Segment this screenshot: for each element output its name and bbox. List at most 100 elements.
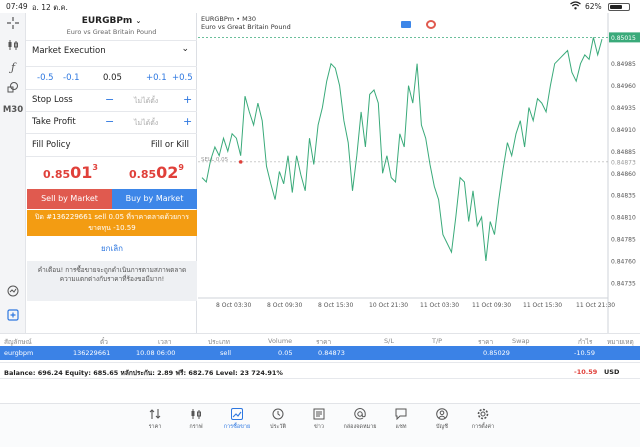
volume-input[interactable]: 0.05: [103, 73, 122, 83]
balance-text: Balance: 696.24 Equity: 685.65 หลักประกั…: [4, 369, 283, 377]
position-profit: -10.59: [574, 349, 595, 357]
chevron-down-icon: ⌄: [135, 17, 142, 25]
history-icon: [272, 408, 284, 420]
buy-by-market-button[interactable]: Buy by Market: [112, 189, 197, 209]
position-volume: 0.05: [278, 349, 293, 357]
x-tick-label: 11 Oct 21:30: [576, 302, 615, 309]
symbol-selector[interactable]: EURGBPm ⌄: [26, 16, 197, 26]
volume-stepper: -0.5 -0.1 0.05 +0.1 +0.5: [26, 73, 197, 87]
chart-symbol: EURGBPm • M30: [201, 15, 256, 23]
objects-icon[interactable]: [0, 81, 26, 96]
settings-icon: [477, 408, 489, 420]
nav-history[interactable]: ประวัติ: [258, 408, 298, 431]
bottom-nav: ราคา กราฟ การซื้อขาย ประวัติ ข่าว กล่องจ…: [0, 403, 640, 447]
chart-description: Euro vs Great Britain Pound: [201, 23, 291, 31]
nav-news[interactable]: ข่าว: [299, 408, 339, 431]
fill-policy-label: Fill Policy: [32, 140, 71, 150]
take-profit-plus-button[interactable]: +: [183, 115, 192, 128]
volume-minus-05-button[interactable]: -0.5: [37, 73, 54, 83]
stop-loss-minus-button[interactable]: −: [105, 93, 114, 106]
chevron-down-icon: ⌄: [181, 44, 189, 54]
new-order-icon[interactable]: [0, 309, 26, 324]
symbol-description: Euro vs Great Britain Pound: [66, 28, 157, 36]
y-tick-label: 0.85015: [611, 35, 636, 42]
account-summary: Balance: 696.24 Equity: 685.65 หลักประกั…: [0, 362, 640, 379]
y-tick-label: 0.84835: [611, 193, 636, 200]
y-tick-label: 0.84860: [611, 171, 636, 178]
stop-loss-plus-button[interactable]: +: [183, 93, 192, 106]
y-tick-label: 0.84935: [611, 105, 636, 112]
y-tick-label: 0.84985: [611, 61, 636, 68]
volume-minus-01-button[interactable]: -0.1: [63, 73, 80, 83]
nav-chart[interactable]: กราฟ: [176, 408, 216, 431]
nav-settings[interactable]: การตั้งค่า: [463, 408, 503, 431]
take-profit-minus-button[interactable]: −: [105, 115, 114, 128]
x-tick-label: 10 Oct 21:30: [369, 302, 408, 309]
position-open-price: 0.84873: [318, 349, 345, 357]
col-swap: Swap: [512, 337, 530, 345]
y-tick-label: 0.84885: [611, 149, 636, 156]
volume-plus-05-button[interactable]: +0.5: [172, 73, 193, 83]
col-volume: Volume: [268, 337, 293, 345]
y-tick-label: 0.84960: [611, 83, 636, 90]
take-profit-input[interactable]: ไม่ได้ตั้ง: [134, 118, 158, 129]
quotes-icon: [149, 409, 161, 419]
y-tick-label: 0.84785: [611, 237, 636, 244]
stop-loss-row: Stop Loss − ไม่ได้ตั้ง +: [26, 93, 197, 109]
price-chart[interactable]: 0.85015 0.84985 0.84960 0.84935 0.84910 0.848…: [198, 13, 640, 333]
volume-plus-01-button[interactable]: +0.1: [146, 73, 167, 83]
fill-policy-value: Fill or Kill: [150, 140, 189, 150]
position-current-price: 0.85029: [483, 349, 510, 357]
market-watch-icon[interactable]: [0, 285, 26, 300]
position-row[interactable]: eurgbpm 136229661 10.08 06:00 sell 0.05 …: [0, 346, 640, 360]
x-tick-label: 8 Oct 09:30: [267, 302, 302, 309]
y-tick-label: 0.84810: [611, 215, 636, 222]
y-tick-label: 0.84735: [611, 280, 636, 287]
fill-policy-row[interactable]: Fill Policy Fill or Kill: [26, 140, 197, 154]
x-tick-label: 8 Oct 15:30: [318, 302, 353, 309]
news-icon: [313, 408, 325, 420]
price-series-line: [201, 37, 603, 261]
nav-mailbox[interactable]: กล่องจดหมาย: [340, 408, 380, 431]
account-icon: [436, 408, 448, 420]
positions-header: สัญลักษณ์ ตั๋ว เวลา ประเภท Volume ราคา S…: [0, 333, 640, 346]
indicators-icon[interactable]: [0, 39, 26, 54]
take-profit-row: Take Profit − ไม่ได้ตั้ง +: [26, 115, 197, 131]
stop-loss-input[interactable]: ไม่ได้ตั้ง: [134, 96, 158, 107]
x-tick-label: 11 Oct 09:30: [472, 302, 511, 309]
mailbox-icon: [354, 408, 366, 420]
timeframe-button[interactable]: M30: [0, 105, 26, 115]
nav-trade[interactable]: การซื้อขาย: [217, 408, 257, 431]
ask-price: 0.85029: [129, 163, 184, 182]
status-time: 07:49: [6, 2, 28, 11]
wifi-icon: [570, 1, 581, 12]
nav-chat[interactable]: แชท: [381, 408, 421, 431]
sell-marker-label: SELL 0.05: [201, 157, 229, 163]
market-warning: คำเตือน! การซื้อขายจะถูกดำเนินการตามสภาพ…: [27, 261, 197, 301]
status-bar: 07:49 อ. 12 ต.ค. 62%: [0, 0, 640, 13]
status-battery: 62%: [585, 2, 602, 11]
battery-icon: [608, 3, 630, 11]
col-sl: S/L: [384, 337, 394, 345]
x-tick-label: 8 Oct 03:30: [216, 302, 251, 309]
trade-levels-icon[interactable]: [426, 20, 436, 29]
function-icon[interactable]: ƒ: [0, 61, 26, 74]
total-profit: -10.59: [574, 368, 598, 376]
order-panel: EURGBPm ⌄ Euro vs Great Britain Pound Ma…: [26, 13, 197, 333]
trade-icon: [231, 408, 243, 420]
account-currency: USD: [604, 368, 620, 376]
cancel-button[interactable]: ยกเลิก: [27, 239, 197, 259]
y-tick-label: 0.84873: [611, 159, 636, 166]
nav-quotes[interactable]: ราคา: [135, 408, 175, 431]
bid-price: 0.85013: [43, 163, 98, 182]
one-click-trading-icon[interactable]: [401, 21, 411, 28]
sell-by-market-button[interactable]: Sell by Market: [27, 189, 112, 209]
y-tick-label: 0.84910: [611, 127, 636, 134]
crosshair-icon[interactable]: [0, 17, 26, 32]
nav-account[interactable]: บัญชี: [422, 408, 462, 431]
position-ticket: 136229661: [73, 349, 111, 357]
execution-select[interactable]: Market Execution ⌄: [26, 44, 197, 62]
chart-canvas[interactable]: 0.85015 0.84985 0.84960 0.84935 0.84910 0.848…: [198, 13, 640, 333]
close-position-button[interactable]: ปิด #136229661 sell 0.05 ที่ราคาตลาดด้วย…: [27, 210, 197, 236]
chart-icon: [191, 409, 201, 419]
